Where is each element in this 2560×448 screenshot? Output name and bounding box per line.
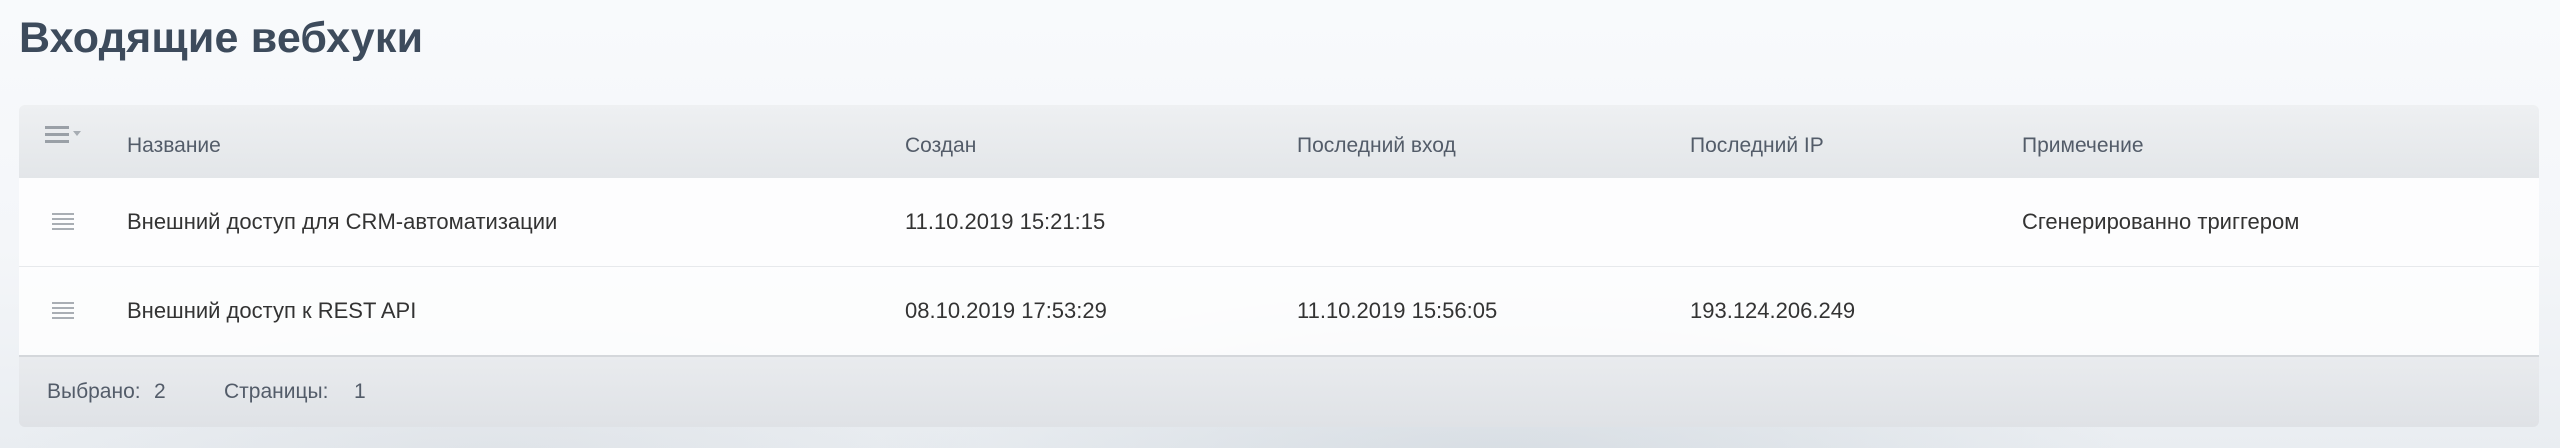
cell-created: 08.10.2019 17:53:29 (905, 298, 1107, 323)
column-header-created[interactable]: Создан (905, 131, 976, 161)
list-settings-icon[interactable] (45, 124, 85, 148)
column-header-name[interactable]: Название (127, 131, 221, 161)
cell-note: Сгенерированно триггером (2022, 209, 2300, 234)
column-header-last-ip[interactable]: Последний IP (1690, 131, 1824, 161)
webhooks-grid: Название Создан Последний вход Последний… (19, 105, 2539, 427)
page-title: Входящие вебхуки (19, 14, 424, 62)
grid-footer: Выбрано: 2 Страницы: 1 (19, 355, 2539, 427)
row-menu-icon[interactable] (52, 301, 74, 321)
selected-count: 2 (154, 380, 166, 403)
table-row[interactable]: Внешний доступ к REST API 08.10.2019 17:… (19, 267, 2539, 355)
pages-label: Страницы: (224, 380, 329, 403)
column-header-note[interactable]: Примечение (2022, 131, 2144, 161)
selected-label: Выбрано: (47, 380, 141, 403)
cell-created: 11.10.2019 15:21:15 (905, 209, 1106, 234)
page-link[interactable]: 1 (354, 377, 366, 407)
table-row[interactable]: Внешний доступ для CRM-автоматизации 11.… (19, 178, 2539, 267)
column-header-last-login[interactable]: Последний вход (1297, 131, 1456, 161)
cell-name[interactable]: Внешний доступ для CRM-автоматизации (127, 207, 557, 237)
cell-last-ip: 193.124.206.249 (1690, 298, 1856, 323)
grid-header: Название Создан Последний вход Последний… (19, 105, 2539, 178)
cell-name[interactable]: Внешний доступ к REST API (127, 296, 416, 326)
row-menu-icon[interactable] (52, 212, 74, 232)
cell-last-login: 11.10.2019 15:56:05 (1297, 298, 1498, 323)
